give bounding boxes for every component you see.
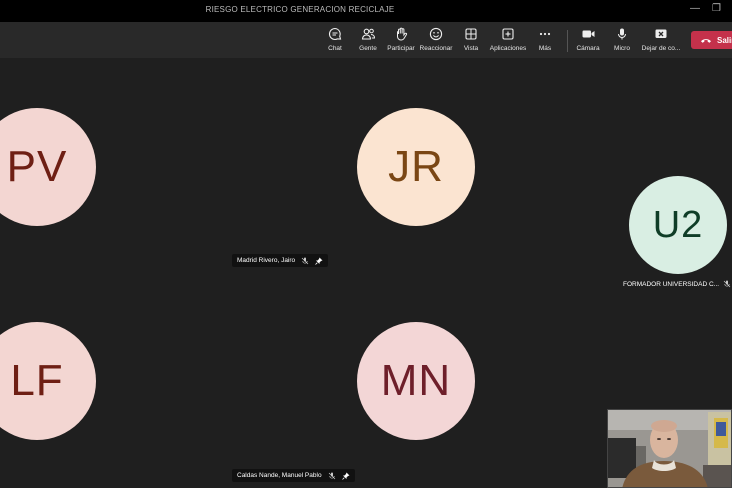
participant-avatar-pv[interactable]: PV	[0, 108, 96, 226]
meeting-toolbar: Chat Gente Participar Reaccionar Vista A…	[0, 22, 732, 58]
participant-nametag: Caldas Nande, Manuel Pablo	[232, 469, 355, 482]
leave-button[interactable]: Salir	[691, 31, 732, 49]
restore-button[interactable]: ❐	[712, 3, 721, 14]
participant-name: FORMADOR UNIVERSIDAD C...	[623, 280, 720, 288]
more-label: Más	[538, 45, 552, 52]
mic-muted-icon	[301, 257, 309, 265]
participant-avatar-mn[interactable]: MN	[357, 322, 475, 440]
mic-muted-icon	[328, 472, 336, 480]
mic-label: Micro	[614, 45, 630, 52]
stop-share-button[interactable]: Dejar de co...	[639, 27, 683, 52]
video-frame	[608, 410, 731, 487]
participant-avatar-u2[interactable]: U2	[629, 176, 727, 274]
title-bar: RIESGO ELECTRICO GENERACION RECICLAJE — …	[0, 0, 732, 22]
participant-name: Madrid Rivero, Jairo	[237, 257, 296, 264]
mic-icon	[600, 27, 644, 43]
stop-share-icon	[639, 27, 683, 43]
participant-avatar-lf[interactable]: LF	[0, 322, 96, 440]
more-button[interactable]: Más	[523, 27, 567, 52]
mic-button[interactable]: Micro	[600, 27, 644, 52]
participant-name: Caldas Nande, Manuel Pablo	[237, 472, 322, 479]
pin-icon[interactable]	[315, 257, 323, 265]
window-title: RIESGO ELECTRICO GENERACION RECICLAJE	[205, 5, 395, 14]
more-icon	[523, 27, 567, 43]
hangup-icon	[700, 36, 712, 44]
participant-avatar-jr[interactable]: JR	[357, 108, 475, 226]
participant-nametag: Madrid Rivero, Jairo	[232, 254, 329, 267]
minimize-button[interactable]: —	[690, 3, 700, 14]
self-video-preview[interactable]	[607, 409, 732, 488]
stop-share-label: Dejar de co...	[641, 45, 681, 52]
mic-muted-icon	[723, 280, 731, 288]
leave-label: Salir	[717, 35, 732, 45]
participant-nametag: FORMADOR UNIVERSIDAD C...	[623, 280, 731, 288]
pin-icon[interactable]	[341, 472, 350, 480]
